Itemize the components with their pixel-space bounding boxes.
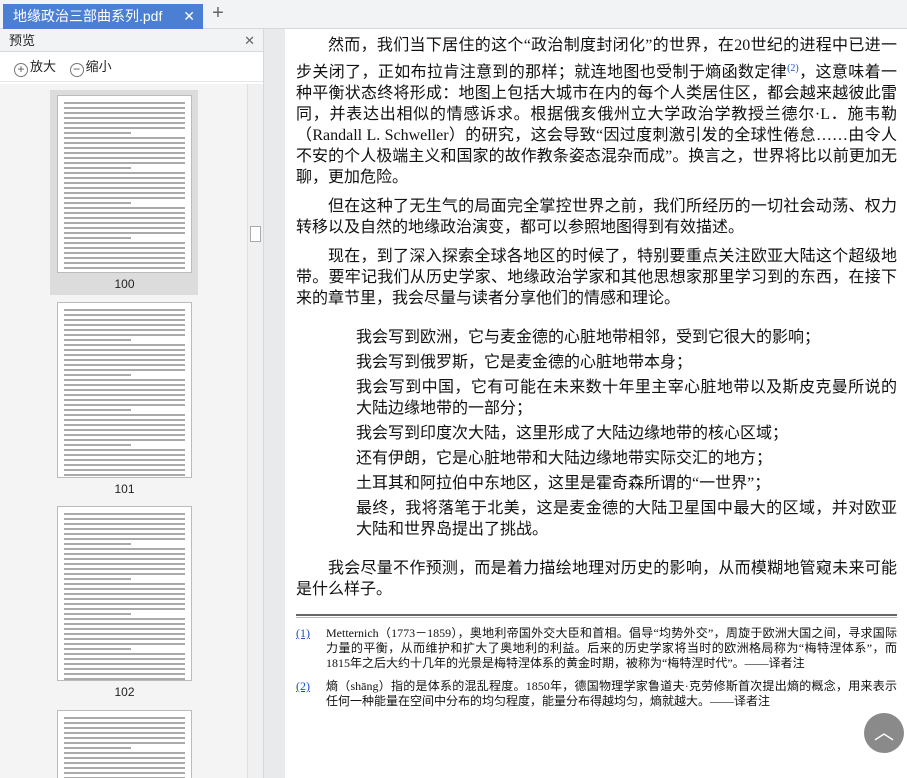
footnote-link[interactable]: (2) (787, 63, 799, 74)
zoom-out-label: 缩小 (85, 59, 112, 74)
tab-document[interactable]: 地缘政治三部曲系列.pdf ✕ (3, 4, 203, 29)
verse-line: 我会写到欧洲，它与麦金德的心脏地带相邻，受到它很大的影响； (356, 329, 821, 347)
footnote-ref-link[interactable]: (2) (296, 679, 326, 709)
zoom-in-icon: + (14, 63, 28, 77)
footnote-text: Metternich（1773－1859），奥地利帝国外交大臣和首相。倡导“均势… (326, 626, 897, 671)
footnote-divider (296, 614, 897, 619)
page-thumbnail[interactable] (57, 710, 192, 778)
tab-bar: 地缘政治三部曲系列.pdf ✕ + (0, 0, 907, 29)
footnote-ref-link[interactable]: (1) (296, 626, 326, 671)
preview-sidebar: 预览 ✕ + 放大 − 缩小 100 101 102 (0, 29, 264, 778)
zoom-in-label: 放大 (30, 59, 57, 74)
scroll-to-top-button[interactable]: ︿ (864, 713, 904, 753)
verse-line: 还有伊朗，它是心脏地带和大陆边缘地带实际交汇的地方； (356, 450, 773, 468)
verse-line: 土耳其和阿拉伯中东地区，这里是霍奇森所谓的“一世界”； (356, 475, 771, 493)
page-thumbnail[interactable] (57, 302, 192, 478)
zoom-out-button[interactable]: − 缩小 (69, 59, 114, 77)
document-page: 然而，我们当下居住的这个“政治制度封闭化”的世界，在20世纪的进程中已进一步关闭… (285, 29, 907, 778)
page-thumbnail[interactable] (57, 95, 192, 273)
footnote: (2) 熵（shāng）指的是体系的混乱程度。1850年，德国物理学家鲁道夫·克劳… (296, 679, 897, 709)
footnote-text: 熵（shāng）指的是体系的混乱程度。1850年，德国物理学家鲁道夫·克劳修斯首… (326, 679, 897, 709)
paragraph: 我会尽量不作预测，而是着力描绘地理对历史的影响，从而模糊地管窥未来可能是什么样子… (296, 560, 897, 599)
zoom-in-button[interactable]: + 放大 (14, 59, 58, 77)
new-tab-button[interactable]: + (208, 2, 228, 25)
page-number: 100 (114, 277, 135, 291)
verse-line: 我会写到印度次大陆，这里形成了大陆边缘地带的核心区域； (356, 425, 789, 443)
close-tab-icon[interactable]: ✕ (183, 4, 195, 29)
verse-line: 最终，我将落笔于北美，这是麦金德的大陆卫星国中最大的区域，并对欧亚大陆和世界岛提… (356, 500, 897, 539)
page-number: 102 (114, 685, 135, 699)
scrollbar-thumb[interactable] (250, 226, 261, 242)
paragraph: 然而，我们当下居住的这个“政治制度封闭化”的世界，在20世纪的进程中已进一步关闭… (296, 37, 897, 187)
sidebar-scrollbar[interactable] (247, 84, 263, 778)
page-number: 101 (114, 482, 135, 496)
zoom-out-icon: − (69, 63, 84, 77)
chevron-up-icon: ︿ (874, 722, 894, 744)
footnote: (1) Metternich（1773－1859），奥地利帝国外交大臣和首相。倡导… (296, 626, 897, 671)
verse-line: 我会写到俄罗斯，它是麦金德的心脏地带本身； (356, 354, 693, 372)
paragraph: 但在这种了无生气的局面完全掌控世界之前，我们所经历的一切社会动荡、权力转移以及自… (296, 198, 897, 237)
sidebar-header: 预览 ✕ (0, 29, 263, 52)
sidebar-title: 预览 (9, 33, 36, 48)
close-sidebar-icon[interactable]: ✕ (244, 29, 255, 52)
thumbnail-list: 100 101 102 (0, 84, 247, 778)
paragraph: 现在，到了深入探索全球各地区的时候了，特别要重点关注欧亚大陆这个超级地带。要牢记… (296, 248, 897, 308)
verse-line: 我会写到中国，它有可能在未来数十年里主宰心脏地带以及斯皮克曼所说的大陆边缘地带的… (356, 379, 897, 418)
page-thumbnail[interactable] (57, 506, 192, 681)
tab-label: 地缘政治三部曲系列.pdf (13, 8, 163, 24)
